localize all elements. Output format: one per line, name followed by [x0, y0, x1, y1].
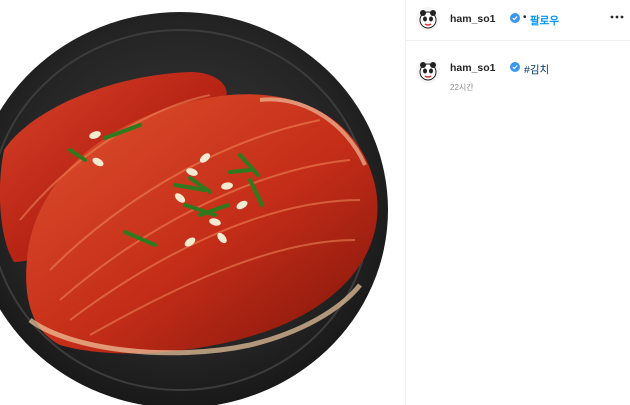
caption-username[interactable]: ham_so1	[450, 62, 496, 74]
caption-hashtag-link[interactable]: #김치	[524, 62, 549, 77]
post-sidebar: ham_so1 • 팔로우 ham_so1 #김치 22시간	[406, 0, 630, 405]
post-media[interactable]	[0, 0, 405, 405]
kimchi-photo	[0, 12, 388, 405]
separator-dot: •	[523, 12, 527, 23]
avatar[interactable]	[416, 59, 440, 83]
more-options-icon[interactable]	[609, 10, 625, 24]
verified-badge-icon	[510, 13, 520, 23]
author-username[interactable]: ham_so1	[450, 13, 496, 25]
post-header: ham_so1 • 팔로우	[406, 0, 630, 41]
verified-badge-icon	[510, 62, 520, 72]
post-timestamp[interactable]: 22시간	[450, 82, 474, 93]
avatar[interactable]	[416, 7, 440, 31]
follow-button[interactable]: 팔로우	[530, 13, 559, 28]
